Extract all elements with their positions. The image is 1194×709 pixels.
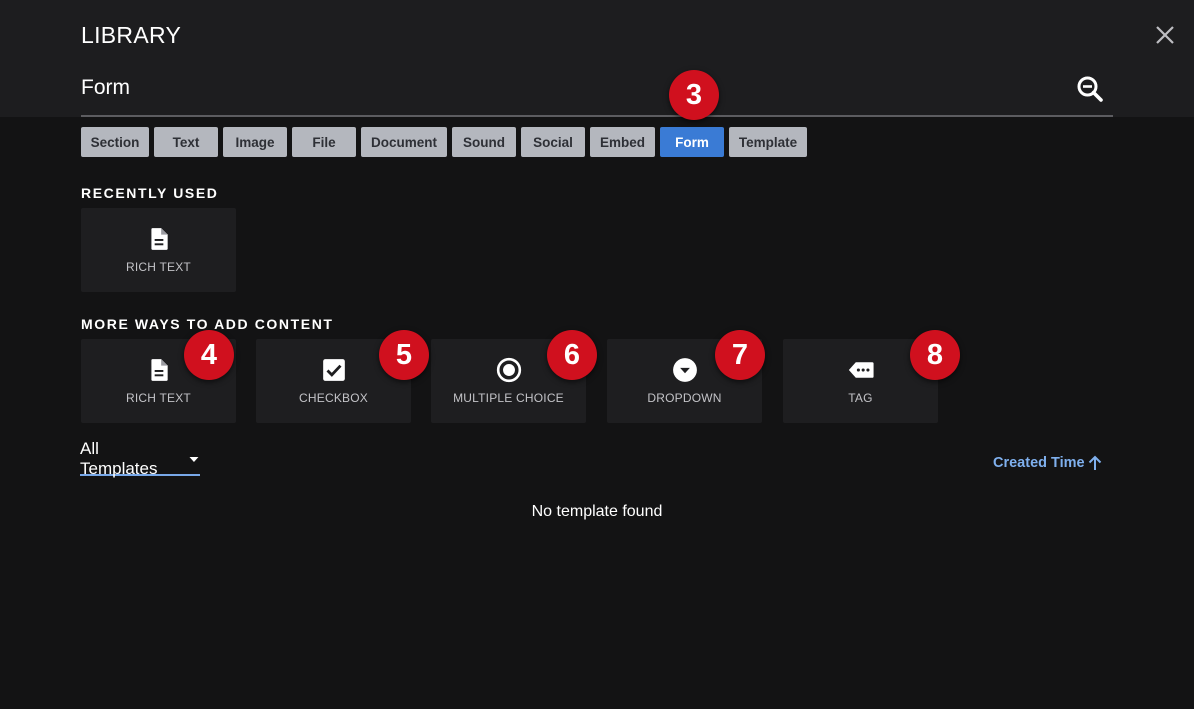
category-tabs: Section Text Image File Document Sound S… [81, 127, 807, 157]
empty-state-message: No template found [531, 503, 663, 520]
step-badge: 5 [379, 330, 429, 380]
radio-button-icon [496, 357, 521, 383]
recent-card-rich-text[interactable]: RICH TEXT [81, 208, 236, 292]
tab-document[interactable]: Document [361, 127, 447, 157]
caret-down-icon [189, 457, 199, 462]
tab-image[interactable]: Image [223, 127, 287, 157]
card-label: RICH TEXT [126, 260, 191, 274]
arrow-up-icon [1088, 455, 1101, 470]
document-icon [150, 359, 168, 381]
step-badge: 7 [715, 330, 765, 380]
tag-icon [848, 362, 874, 378]
search-button[interactable] [1076, 75, 1104, 103]
tab-sound[interactable]: Sound [452, 127, 516, 157]
tab-template[interactable]: Template [729, 127, 807, 157]
step-badge: 3 [669, 70, 719, 120]
card-label: MULTIPLE CHOICE [453, 391, 564, 405]
tab-file[interactable]: File [292, 127, 356, 157]
dropdown-circle-icon [672, 358, 697, 382]
sort-created-time-button[interactable]: Created Time [993, 452, 1102, 474]
close-icon [1156, 26, 1174, 44]
step-badge: 4 [184, 330, 234, 380]
step-badge: 6 [547, 330, 597, 380]
zoom-out-magnifier-icon [1077, 76, 1103, 102]
search-input[interactable] [81, 72, 1041, 104]
card-label: DROPDOWN [647, 391, 722, 405]
sort-label: Created Time [993, 455, 1085, 471]
page-title: LIBRARY [81, 22, 182, 48]
close-button[interactable] [1152, 22, 1178, 48]
template-filter-label: All Templates [80, 439, 158, 478]
tab-section[interactable]: Section [81, 127, 149, 157]
card-label: TAG [848, 391, 873, 405]
checkbox-icon [322, 359, 345, 381]
step-badge: 8 [910, 330, 960, 380]
template-filter-select[interactable]: All Templates [80, 439, 200, 478]
tab-text[interactable]: Text [154, 127, 218, 157]
card-label: RICH TEXT [126, 391, 191, 405]
tab-form[interactable]: Form [660, 127, 724, 157]
search-bar [81, 68, 1113, 117]
document-icon [150, 228, 168, 250]
card-label: CHECKBOX [299, 391, 368, 405]
tab-social[interactable]: Social [521, 127, 585, 157]
tab-embed[interactable]: Embed [590, 127, 655, 157]
recently-used-heading: RECENTLY USED [81, 185, 219, 201]
